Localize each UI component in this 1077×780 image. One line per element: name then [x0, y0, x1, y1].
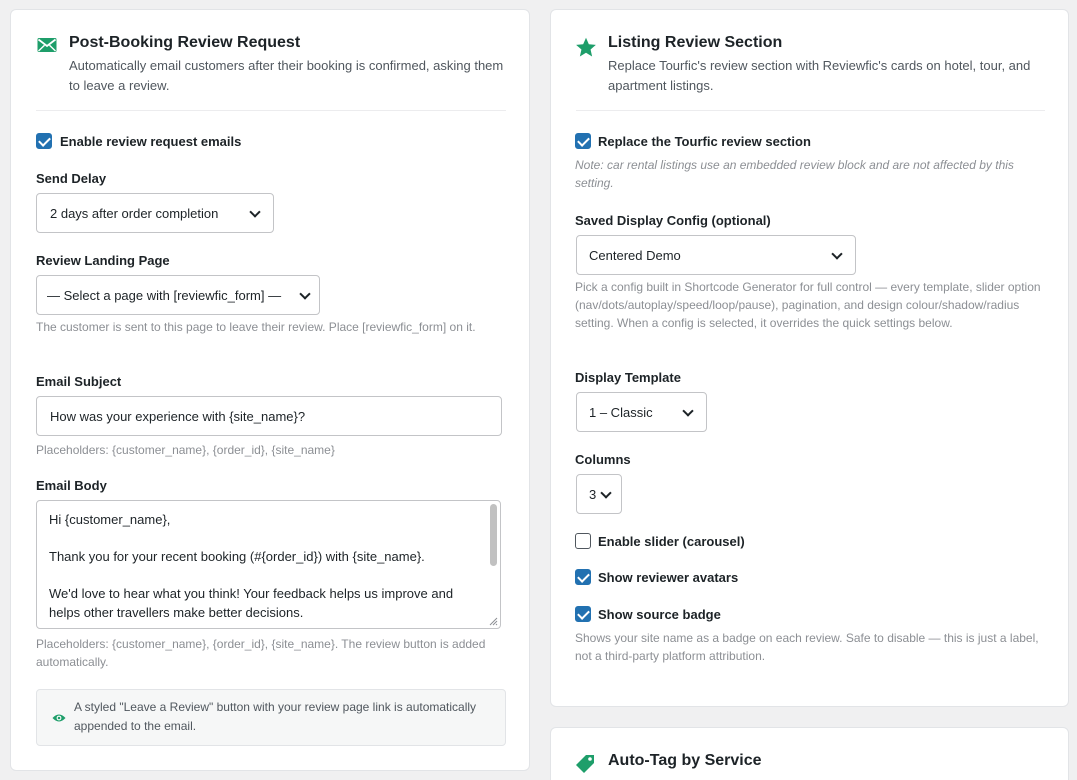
auto-tag-card: Auto-Tag by Service [550, 727, 1069, 780]
saved-config-select[interactable]: Centered Demo [576, 235, 856, 275]
divider [576, 110, 1045, 111]
send-delay-value: 2 days after order completion [50, 205, 219, 221]
email-subject-help: Placeholders: {customer_name}, {order_id… [36, 443, 335, 457]
email-body-line: Hi {customer_name}, [49, 512, 171, 527]
email-subject-label: Email Subject [36, 374, 122, 389]
show-source-badge-checkbox[interactable] [575, 606, 591, 622]
email-body-help: Placeholders: {customer_name}, {order_id… [36, 637, 486, 669]
email-body-blank [49, 567, 480, 586]
saved-config-help: Pick a config built in Shortcode Generat… [575, 280, 1041, 330]
eye-icon [52, 714, 66, 722]
card-description: Replace Tourfic's review section with Re… [608, 58, 1031, 93]
enable-slider-checkbox[interactable] [575, 533, 591, 549]
show-source-badge-label[interactable]: Show source badge [598, 607, 721, 622]
show-avatars-checkbox[interactable] [575, 569, 591, 585]
source-badge-help: Shows your site name as a badge on each … [575, 631, 1039, 663]
email-body-label: Email Body [36, 478, 107, 493]
email-body-blank [49, 530, 480, 549]
email-subject-input[interactable]: How was your experience with {site_name}… [36, 396, 502, 436]
card-title: Auto-Tag by Service [608, 752, 762, 769]
enable-review-emails-checkbox[interactable] [36, 133, 52, 149]
landing-page-select[interactable]: — Select a page with [reviewfic_form] — [36, 275, 320, 315]
saved-config-value: Centered Demo [589, 247, 681, 263]
listing-review-card: Listing Review Section Replace Tourfic's… [550, 9, 1069, 707]
resize-grip-icon[interactable] [488, 616, 498, 626]
info-text: A styled "Leave a Review" button with yo… [74, 700, 477, 733]
send-delay-label: Send Delay [36, 171, 107, 186]
columns-label: Columns [575, 452, 631, 467]
email-body-line: Thank you for your recent booking (#{ord… [49, 549, 425, 564]
display-template-select[interactable]: 1 – Classic [576, 392, 707, 432]
email-body-textarea[interactable]: Hi {customer_name}, Thank you for your r… [36, 500, 501, 629]
info-box: A styled "Leave a Review" button with yo… [36, 689, 506, 746]
enable-slider-label[interactable]: Enable slider (carousel) [598, 534, 745, 549]
columns-select[interactable]: 3 [576, 474, 622, 514]
display-template-label: Display Template [575, 370, 681, 385]
landing-page-label: Review Landing Page [36, 253, 170, 268]
textarea-scrollbar[interactable] [490, 504, 497, 566]
email-subject-value: How was your experience with {site_name}… [50, 408, 306, 424]
replace-review-section-checkbox[interactable] [575, 133, 591, 149]
send-delay-select[interactable]: 2 days after order completion [36, 193, 274, 233]
star-icon [576, 37, 596, 57]
enable-review-emails-label[interactable]: Enable review request emails [60, 134, 241, 149]
landing-page-help: The customer is sent to this page to lea… [36, 320, 476, 334]
card-title: Listing Review Section [608, 34, 783, 51]
show-avatars-label[interactable]: Show reviewer avatars [598, 570, 738, 585]
car-rental-note: Note: car rental listings use an embedde… [575, 158, 1014, 190]
landing-page-value: — Select a page with [reviewfic_form] — [47, 287, 282, 303]
saved-config-label: Saved Display Config (optional) [575, 213, 771, 228]
envelope-icon [37, 38, 57, 52]
email-body-line: We'd love to hear what you think! Your f… [49, 586, 454, 620]
tag-icon [576, 755, 594, 773]
card-title: Post-Booking Review Request [69, 34, 301, 51]
post-booking-card: Post-Booking Review Request Automaticall… [10, 9, 530, 771]
card-description: Automatically email customers after thei… [69, 58, 504, 93]
divider [36, 110, 506, 111]
replace-review-section-label[interactable]: Replace the Tourfic review section [598, 134, 811, 149]
